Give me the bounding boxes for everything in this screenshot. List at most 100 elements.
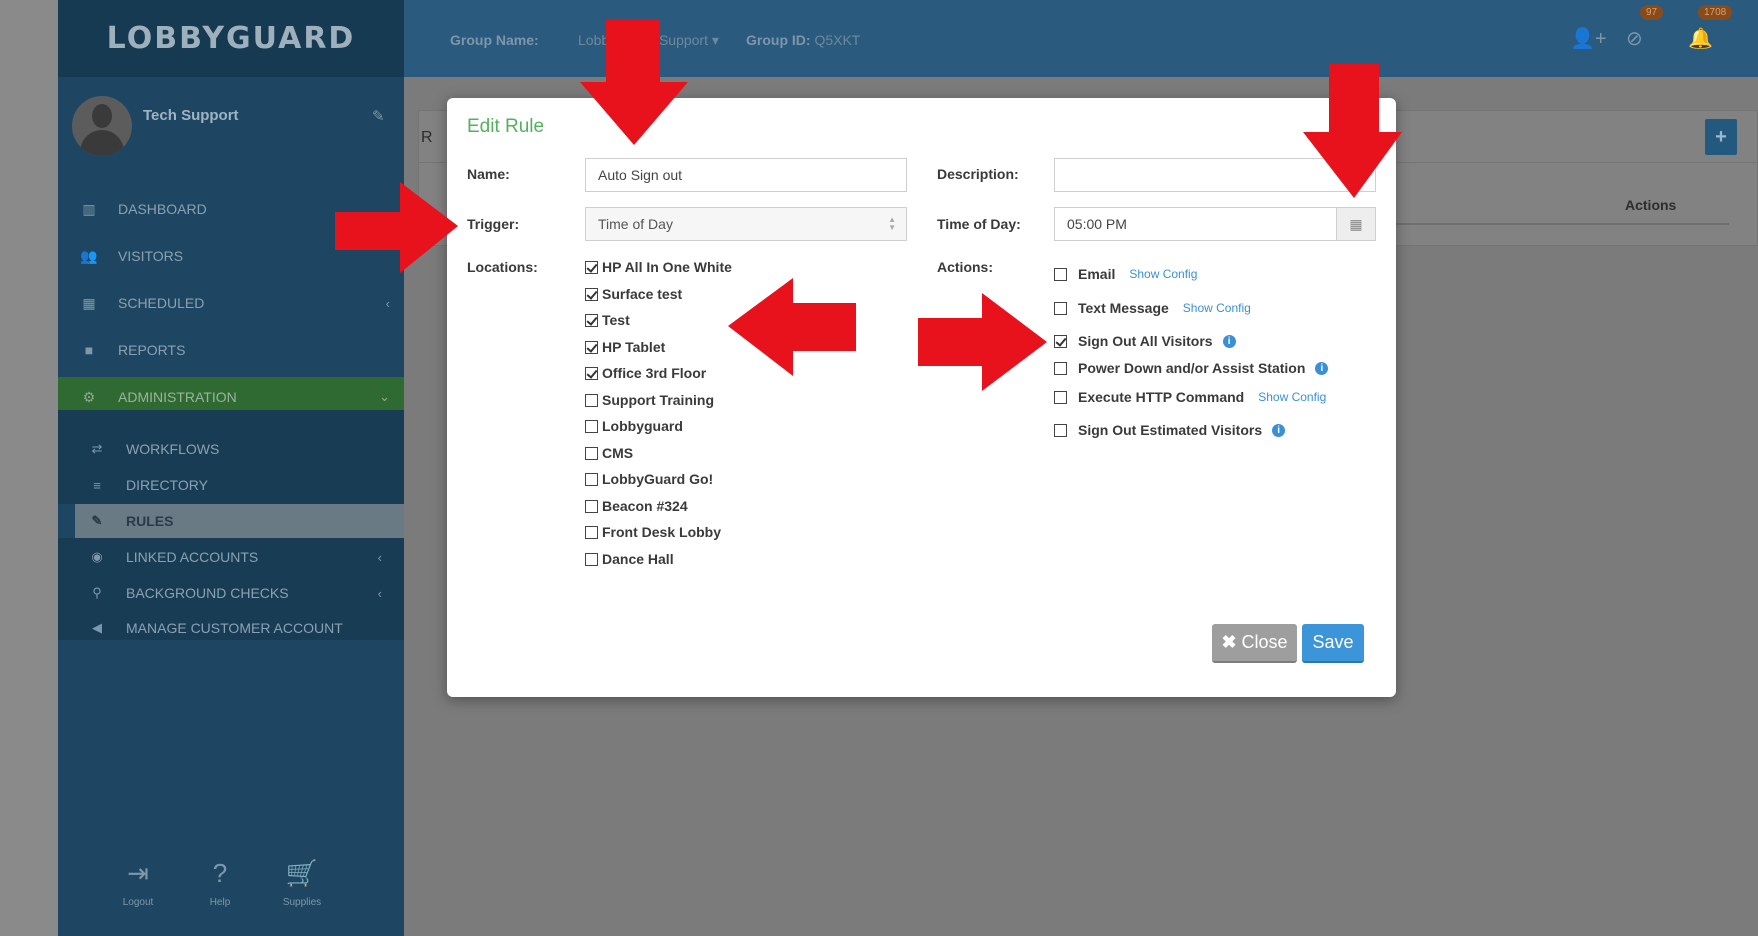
brand-logo[interactable]: LOBBYGUARD	[58, 0, 404, 77]
location-checkbox-row[interactable]: Test	[585, 312, 630, 328]
action-checkbox[interactable]	[1054, 361, 1067, 375]
help-icon: ?	[212, 858, 228, 888]
action-checkbox-row[interactable]: Text Message Show Config	[1054, 300, 1251, 316]
action-label: Sign Out Estimated Visitors	[1078, 422, 1263, 438]
location-label: LobbyGuard Go!	[602, 471, 714, 487]
chevron-down-icon: ⌄	[379, 389, 390, 404]
close-button[interactable]: ✖ Close	[1212, 624, 1297, 663]
location-checkbox[interactable]	[585, 472, 598, 486]
logout-button[interactable]: ⇥ Logout	[108, 858, 168, 910]
cogs-icon: ⚙	[82, 388, 96, 405]
location-checkbox[interactable]	[585, 393, 598, 407]
edit-rule-modal: Edit Rule Name: Auto Sign out Descriptio…	[447, 98, 1396, 697]
location-checkbox-row[interactable]: Lobbyguard	[585, 418, 683, 434]
location-checkbox-row[interactable]: CMS	[585, 445, 633, 461]
chevron-left-icon: ‹	[377, 585, 382, 601]
show-config-link[interactable]: Show Config	[1183, 301, 1251, 315]
add-rule-button[interactable]: +	[1705, 119, 1737, 155]
globe-icon: ◉	[91, 549, 103, 564]
location-label: Dance Hall	[602, 551, 674, 567]
info-icon[interactable]: i	[1222, 334, 1236, 348]
info-icon[interactable]: i	[1315, 361, 1329, 375]
info-icon[interactable]: i	[1272, 423, 1286, 437]
help-button[interactable]: ? Help	[190, 858, 250, 910]
close-icon: ✖	[1221, 632, 1237, 652]
action-label: Power Down and/or Assist Station	[1078, 360, 1306, 376]
page-gutter	[0, 0, 58, 936]
show-config-link[interactable]: Show Config	[1129, 267, 1197, 281]
location-checkbox[interactable]	[585, 287, 598, 301]
location-checkbox-row[interactable]: Beacon #324	[585, 498, 688, 514]
show-config-link[interactable]: Show Config	[1258, 390, 1326, 404]
location-label: HP Tablet	[602, 339, 666, 355]
location-checkbox[interactable]	[585, 260, 598, 274]
location-checkbox-row[interactable]: Surface test	[585, 286, 682, 302]
action-checkbox-row[interactable]: Execute HTTP Command Show Config	[1054, 389, 1326, 405]
time-of-day-input[interactable]: 05:00 PM	[1054, 207, 1337, 241]
search-icon: ⚲	[92, 585, 102, 600]
calendar-icon: ▦	[1349, 215, 1363, 232]
sidebar-item-scheduled[interactable]: ▦ SCHEDULED ‹	[58, 283, 404, 323]
location-checkbox-row[interactable]: Support Training	[585, 392, 714, 408]
location-label: Lobbyguard	[602, 418, 683, 434]
trigger-select[interactable]: Time of Day ▲ ▼	[585, 207, 907, 241]
location-checkbox-row[interactable]: Office 3rd Floor	[585, 365, 706, 381]
sidebar-item-linked-accounts[interactable]: ◉ LINKED ACCOUNTS ‹	[58, 540, 404, 574]
location-checkbox-row[interactable]: Dance Hall	[585, 551, 674, 567]
action-checkbox[interactable]	[1054, 267, 1067, 281]
location-checkbox[interactable]	[585, 419, 598, 433]
group-name-dropdown[interactable]: LobbyGuard Support ▾	[578, 32, 719, 49]
sidebar-item-workflows[interactable]: ⇄ WORKFLOWS	[58, 432, 404, 466]
location-checkbox-row[interactable]: LobbyGuard Go!	[585, 471, 713, 487]
administration-submenu: ⇄ WORKFLOWS ≡ DIRECTORY ✎ RULES ◉ LINKED ACC…	[58, 410, 404, 640]
time-of-day-label: Time of Day:	[937, 216, 1021, 232]
list-icon: ≡	[93, 477, 101, 493]
location-checkbox[interactable]	[585, 446, 598, 460]
save-button[interactable]: Save	[1302, 624, 1364, 663]
chevron-left-icon: ‹	[377, 549, 382, 565]
action-checkbox-row[interactable]: Sign Out All Visitors i	[1054, 333, 1236, 349]
sidebar-item-rules[interactable]: ✎ RULES	[58, 504, 404, 538]
action-checkbox-row[interactable]: Email Show Config	[1054, 266, 1197, 282]
supplies-button[interactable]: 🛒 Supplies	[272, 858, 332, 910]
sidebar-item-reports[interactable]: ■ REPORTS	[58, 330, 404, 370]
trigger-label: Trigger:	[467, 216, 520, 232]
sidebar-item-manage-customer-account[interactable]: ◀ MANAGE CUSTOMER ACCOUNT	[58, 611, 404, 645]
location-checkbox[interactable]	[585, 552, 598, 566]
logout-icon: ⇥	[127, 858, 149, 888]
calendar-button[interactable]: ▦	[1336, 207, 1376, 241]
description-input[interactable]	[1054, 158, 1376, 192]
action-checkbox[interactable]	[1054, 301, 1067, 315]
brand-name: LOBBYGUARD	[106, 21, 356, 56]
sidebar: LOBBYGUARD Tech Support ✎ ▥ DASHBOARD 👥 VI…	[58, 0, 404, 936]
location-checkbox[interactable]	[585, 366, 598, 380]
bell-icon[interactable]: 🔔	[1688, 26, 1713, 51]
sidebar-item-background-checks[interactable]: ⚲ BACKGROUND CHECKS ‹	[58, 576, 404, 610]
location-checkbox-row[interactable]: HP All In One White	[585, 259, 732, 275]
edit-profile-icon[interactable]: ✎	[372, 107, 385, 125]
action-checkbox[interactable]	[1054, 390, 1067, 404]
alerts-badge: 1708	[1698, 5, 1733, 20]
location-checkbox[interactable]	[585, 499, 598, 513]
location-checkbox[interactable]	[585, 313, 598, 327]
action-checkbox[interactable]	[1054, 423, 1067, 437]
ban-icon[interactable]: ⊘	[1626, 26, 1643, 51]
sidebar-item-dashboard[interactable]: ▥ DASHBOARD	[58, 189, 404, 229]
action-checkbox[interactable]	[1054, 334, 1067, 348]
location-label: Support Training	[602, 392, 714, 408]
sidebar-item-visitors[interactable]: 👥 VISITORS	[58, 236, 404, 276]
panel-title: R	[421, 129, 433, 146]
top-header: Group Name: LobbyGuard Support ▾ Group I…	[404, 0, 1758, 77]
action-checkbox-row[interactable]: Sign Out Estimated Visitors i	[1054, 422, 1286, 438]
location-label: Surface test	[602, 286, 683, 302]
select-arrows-icon: ▲ ▼	[888, 215, 896, 232]
location-checkbox-row[interactable]: Front Desk Lobby	[585, 524, 721, 540]
name-input[interactable]: Auto Sign out	[585, 158, 907, 192]
sidebar-item-directory[interactable]: ≡ DIRECTORY	[58, 468, 404, 502]
action-label: Email	[1078, 266, 1116, 282]
add-user-icon[interactable]: 👤+	[1570, 26, 1607, 51]
action-checkbox-row[interactable]: Power Down and/or Assist Station i	[1054, 360, 1329, 376]
location-checkbox[interactable]	[585, 525, 598, 539]
location-checkbox[interactable]	[585, 340, 598, 354]
location-checkbox-row[interactable]: HP Tablet	[585, 339, 665, 355]
